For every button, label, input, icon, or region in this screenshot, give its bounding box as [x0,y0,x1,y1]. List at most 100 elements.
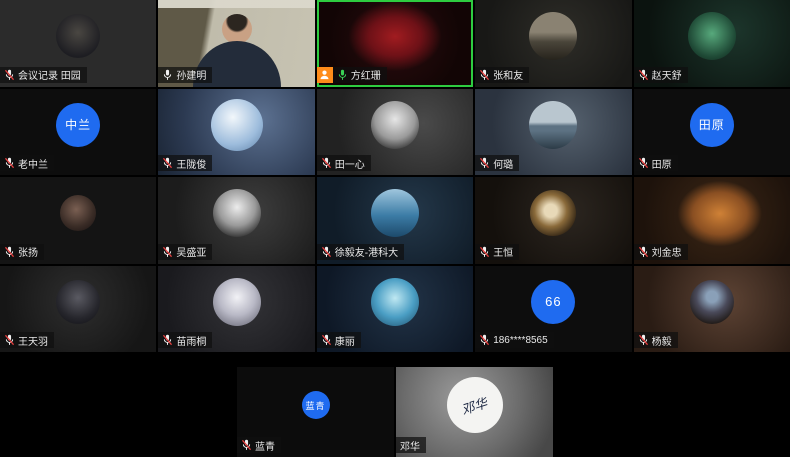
name-chip: 方红珊 [333,67,387,83]
participant-name: 王陇俊 [176,156,206,171]
name-chip: 徐毅友-港科大 [317,244,404,260]
avatar-area [475,0,631,73]
participant-name: 何璐 [493,156,513,171]
avatar-area: 中兰 [0,89,156,162]
initials-avatar: 中兰 [56,103,100,147]
participant-tile[interactable]: 吴盛亚 [158,177,314,264]
name-chip: 孙建明 [158,67,212,83]
signature-avatar: 邓华 [447,377,503,433]
mic-muted-icon [479,69,490,81]
participant-tile[interactable]: 苗雨桐 [158,266,314,353]
participant-name: 方红珊 [351,67,381,82]
participant-tile[interactable]: 刘金忠 [634,177,790,264]
participant-tile[interactable]: 王恒 [475,177,631,264]
participant-name: 徐毅友-港科大 [335,244,398,259]
participant-tile[interactable]: 张和友 [475,0,631,87]
avatar-area: 邓华 [396,367,553,443]
photo-avatar [371,189,419,237]
meeting-window: 会议记录 田园孙建明方红珊张和友赵天舒中兰老中兰王陇俊田一心何璐田原田原张扬吴盛… [0,0,790,457]
avatar-area: 蓝青 [237,367,394,443]
name-chip: 王天羽 [0,332,54,348]
avatar-area: 66 [475,266,631,339]
name-label: 张扬 [0,244,44,260]
name-label: 方红珊 [317,67,387,83]
photo-avatar [530,190,576,236]
participant-tile[interactable]: 邓华邓华 [396,367,553,457]
avatar-area [0,0,156,73]
mic-muted-icon [638,69,649,81]
mic-muted-icon [162,334,173,346]
name-label: 蓝青 [237,437,281,453]
name-label: 邓华 [396,437,426,453]
participant-tile[interactable]: 66186****8565 [475,266,631,353]
participant-tile[interactable]: 赵天舒 [634,0,790,87]
mic-muted-icon [162,157,173,169]
participant-tile[interactable]: 蓝青蓝青 [237,367,394,457]
participant-tile[interactable]: 中兰老中兰 [0,89,156,176]
participant-name: 会议记录 田园 [18,67,81,82]
name-label: 刘金忠 [634,244,688,260]
name-label: 吴盛亚 [158,244,212,260]
photo-avatar [211,99,263,151]
mic-muted-icon [638,334,649,346]
name-label: 张和友 [475,67,529,83]
name-label: 孙建明 [158,67,212,83]
participant-name: 老中兰 [18,156,48,171]
name-label: 王恒 [475,244,519,260]
participant-name: 186****8565 [493,335,548,346]
mic-muted-icon [4,157,15,169]
initials-avatar: 田原 [690,103,734,147]
participant-name: 吴盛亚 [176,244,206,259]
photo-avatar [371,101,419,149]
name-chip: 186****8565 [475,332,554,348]
name-chip: 邓华 [396,437,426,453]
participant-name: 田一心 [335,156,365,171]
participant-name: 孙建明 [176,67,206,82]
participant-tile[interactable]: 方红珊 [317,0,473,87]
photo-avatar [56,280,100,324]
name-label: 徐毅友-港科大 [317,244,404,260]
mic-muted-icon [479,334,490,346]
photo-avatar [60,195,96,231]
name-chip: 杨毅 [634,332,678,348]
person-head [222,14,252,44]
photo-avatar [213,189,261,237]
participant-tile[interactable]: 杨毅 [634,266,790,353]
photo-avatar [688,12,736,60]
participant-tile[interactable]: 张扬 [0,177,156,264]
name-label: 会议记录 田园 [0,67,87,83]
avatar-area [634,266,790,339]
participant-name: 蓝青 [255,438,275,453]
name-label: 老中兰 [0,155,54,171]
participant-name: 赵天舒 [652,67,682,82]
participant-tile[interactable]: 会议记录 田园 [0,0,156,87]
name-chip: 康丽 [317,332,361,348]
name-chip: 王陇俊 [158,155,212,171]
name-label: 王天羽 [0,332,54,348]
participant-name: 杨毅 [652,333,672,348]
mic-muted-icon [321,246,332,258]
participant-name: 田原 [652,156,672,171]
mic-muted-icon [4,334,15,346]
participant-name: 王天羽 [18,333,48,348]
participant-tile[interactable]: 田原田原 [634,89,790,176]
participant-tile[interactable]: 何璐 [475,89,631,176]
participant-tile[interactable]: 徐毅友-港科大 [317,177,473,264]
name-chip: 张扬 [0,244,44,260]
participant-tile[interactable]: 王天羽 [0,266,156,353]
name-chip: 王恒 [475,244,519,260]
participant-tile[interactable]: 田一心 [317,89,473,176]
photo-avatar [371,278,419,326]
avatar-area [158,89,314,162]
participant-tile[interactable]: 康丽 [317,266,473,353]
name-label: 康丽 [317,332,361,348]
participant-tile[interactable]: 孙建明 [158,0,314,87]
name-chip: 蓝青 [237,437,281,453]
name-chip: 赵天舒 [634,67,688,83]
name-chip: 老中兰 [0,155,54,171]
name-chip: 田原 [634,155,678,171]
avatar-area [475,89,631,162]
avatar-area [158,266,314,339]
participant-tile[interactable]: 王陇俊 [158,89,314,176]
photo-avatar [690,280,734,324]
